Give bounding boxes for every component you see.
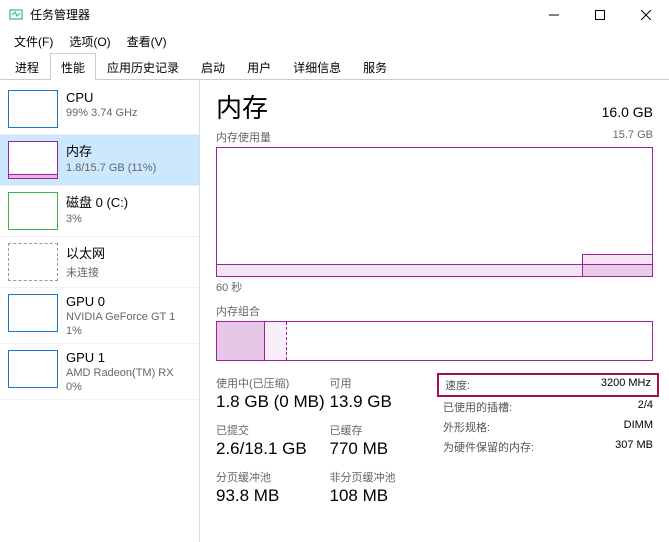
menu-view[interactable]: 查看(V) (119, 31, 175, 52)
gpu-thumb-icon (8, 294, 58, 332)
sidebar-item-memory[interactable]: 内存 1.8/15.7 GB (11%) (0, 135, 199, 186)
graph-label-row: 内存使用量 15.7 GB (216, 129, 653, 145)
stat-paged: 分页缓冲池 93.8 MB (216, 469, 330, 506)
tab-details[interactable]: 详细信息 (282, 53, 352, 80)
usage-max: 15.7 GB (613, 129, 653, 145)
sidebar-item-label: CPU (66, 90, 138, 105)
cpu-thumb-icon (8, 90, 58, 128)
minimize-button[interactable] (531, 0, 577, 30)
sidebar-item-sub: 1.8/15.7 GB (11%) (66, 162, 156, 174)
sidebar-item-label: 磁盘 0 (C:) (66, 192, 128, 211)
stat-nonpaged: 非分页缓冲池 108 MB (330, 469, 444, 506)
sidebar-item-label: 以太网 (66, 243, 105, 262)
tab-users[interactable]: 用户 (236, 53, 282, 80)
sidebar-item-label: 内存 (66, 141, 156, 160)
gpu-thumb-icon (8, 350, 58, 388)
maximize-button[interactable] (577, 0, 623, 30)
stat-inuse: 使用中(已压缩) 1.8 GB (0 MB) (216, 375, 330, 412)
tab-performance[interactable]: 性能 (50, 53, 96, 80)
sidebar-item-sub: 99% 3.74 GHz (66, 107, 138, 119)
info-hardware-reserved: 为硬件保留的内存: 307 MB (443, 437, 653, 457)
composition-label: 内存组合 (216, 303, 653, 319)
sidebar-item-cpu[interactable]: CPU 99% 3.74 GHz (0, 84, 199, 135)
tab-history[interactable]: 应用历史记录 (96, 53, 190, 80)
stats-right: 速度: 3200 MHz 已使用的插槽: 2/4 外形规格: DIMM 为硬件保… (443, 375, 653, 516)
page-title: 内存 (216, 88, 268, 125)
sidebar-item-sub2: 1% (66, 325, 175, 337)
sidebar-item-sub2: 0% (66, 381, 174, 393)
stats-area: 使用中(已压缩) 1.8 GB (0 MB) 可用 13.9 GB 已提交 2.… (216, 375, 653, 516)
sidebar-item-sub: AMD Radeon(TM) RX (66, 367, 174, 379)
sidebar-item-disk[interactable]: 磁盘 0 (C:) 3% (0, 186, 199, 237)
sidebar-item-ethernet[interactable]: 以太网 未连接 (0, 237, 199, 288)
sidebar-item-gpu1[interactable]: GPU 1 AMD Radeon(TM) RX 0% (0, 344, 199, 400)
graph-axis: 60 秒 (216, 279, 653, 295)
menu-file[interactable]: 文件(F) (6, 31, 61, 52)
sidebar-item-sub: NVIDIA GeForce GT 1 (66, 311, 175, 323)
memory-composition-bar (216, 321, 653, 361)
tab-startup[interactable]: 启动 (190, 53, 236, 80)
memory-usage-graph (216, 147, 653, 277)
stats-left: 使用中(已压缩) 1.8 GB (0 MB) 可用 13.9 GB 已提交 2.… (216, 375, 443, 516)
stat-cached: 已缓存 770 MB (330, 422, 444, 459)
menu-options[interactable]: 选项(O) (61, 31, 118, 52)
menubar: 文件(F) 选项(O) 查看(V) (0, 30, 669, 52)
content: CPU 99% 3.74 GHz 内存 1.8/15.7 GB (11%) 磁盘… (0, 80, 669, 542)
ethernet-thumb-icon (8, 243, 58, 281)
stat-available: 可用 13.9 GB (330, 375, 444, 412)
titlebar: 任务管理器 (0, 0, 669, 30)
tabs: 进程 性能 应用历史记录 启动 用户 详细信息 服务 (0, 52, 669, 80)
sidebar-item-gpu0[interactable]: GPU 0 NVIDIA GeForce GT 1 1% (0, 288, 199, 344)
info-speed: 速度: 3200 MHz (437, 373, 659, 397)
memory-thumb-icon (8, 141, 58, 179)
usage-label: 内存使用量 (216, 129, 271, 145)
tab-services[interactable]: 服务 (352, 53, 398, 80)
app-icon (8, 7, 24, 23)
window-title: 任务管理器 (30, 6, 531, 23)
main-panel: 内存 16.0 GB 内存使用量 15.7 GB 60 秒 内存组合 使用中(已… (200, 80, 669, 542)
sidebar-item-sub: 未连接 (66, 264, 105, 280)
memory-total: 16.0 GB (602, 104, 653, 120)
sidebar-item-label: GPU 0 (66, 294, 175, 309)
window-buttons (531, 0, 669, 30)
disk-thumb-icon (8, 192, 58, 230)
main-header: 内存 16.0 GB (216, 88, 653, 125)
info-slots: 已使用的插槽: 2/4 (443, 397, 653, 417)
sidebar-item-sub: 3% (66, 213, 128, 225)
sidebar-item-label: GPU 1 (66, 350, 174, 365)
tab-processes[interactable]: 进程 (4, 53, 50, 80)
info-form: 外形规格: DIMM (443, 417, 653, 437)
sidebar: CPU 99% 3.74 GHz 内存 1.8/15.7 GB (11%) 磁盘… (0, 80, 200, 542)
stat-committed: 已提交 2.6/18.1 GB (216, 422, 330, 459)
close-button[interactable] (623, 0, 669, 30)
